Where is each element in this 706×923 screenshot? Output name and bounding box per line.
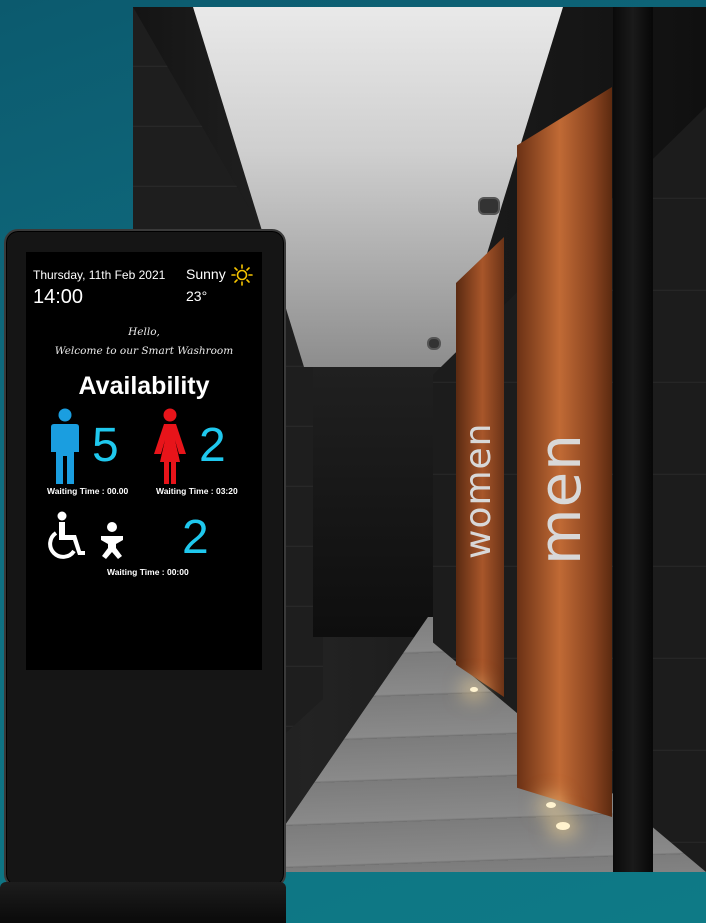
- floor-light: [470, 687, 478, 692]
- male-icon: [51, 408, 79, 484]
- floor-light: [546, 802, 556, 808]
- kiosk-base: [0, 882, 286, 923]
- weather-condition: Sunny: [186, 266, 226, 282]
- kiosk-screen: Thursday, 11th Feb 2021 14:00 Sunny 23° …: [26, 252, 262, 670]
- men-waiting-time: Waiting Time : 00.00: [47, 486, 129, 496]
- accessible-waiting-time: Waiting Time : 00:00: [107, 567, 189, 577]
- wheelchair-icon: [48, 511, 85, 559]
- women-waiting-time: Waiting Time : 03:20: [156, 486, 238, 496]
- sun-icon: [231, 264, 253, 286]
- back-wall: [313, 367, 443, 637]
- security-camera-icon: [478, 197, 500, 215]
- dark-pillar: [613, 7, 653, 872]
- women-available-count: 2: [199, 419, 226, 472]
- men-wall-sign: men: [526, 433, 594, 565]
- accessible-available-count: 2: [182, 511, 209, 564]
- greeting-line-2: Welcome to our Smart Washroom: [54, 345, 234, 357]
- availability-title: Availability: [78, 372, 210, 400]
- women-wall-sign: women: [458, 422, 499, 559]
- baby-changing-icon: [101, 522, 123, 559]
- greeting-line-1: Hello,: [128, 326, 160, 338]
- temperature-label: 23°: [186, 288, 208, 304]
- date-label: Thursday, 11th Feb 2021: [33, 268, 166, 282]
- floor-light: [556, 822, 570, 830]
- security-camera-icon: [427, 337, 441, 350]
- men-available-count: 5: [92, 419, 119, 472]
- time-label: 14:00: [33, 286, 84, 308]
- female-icon: [154, 408, 186, 484]
